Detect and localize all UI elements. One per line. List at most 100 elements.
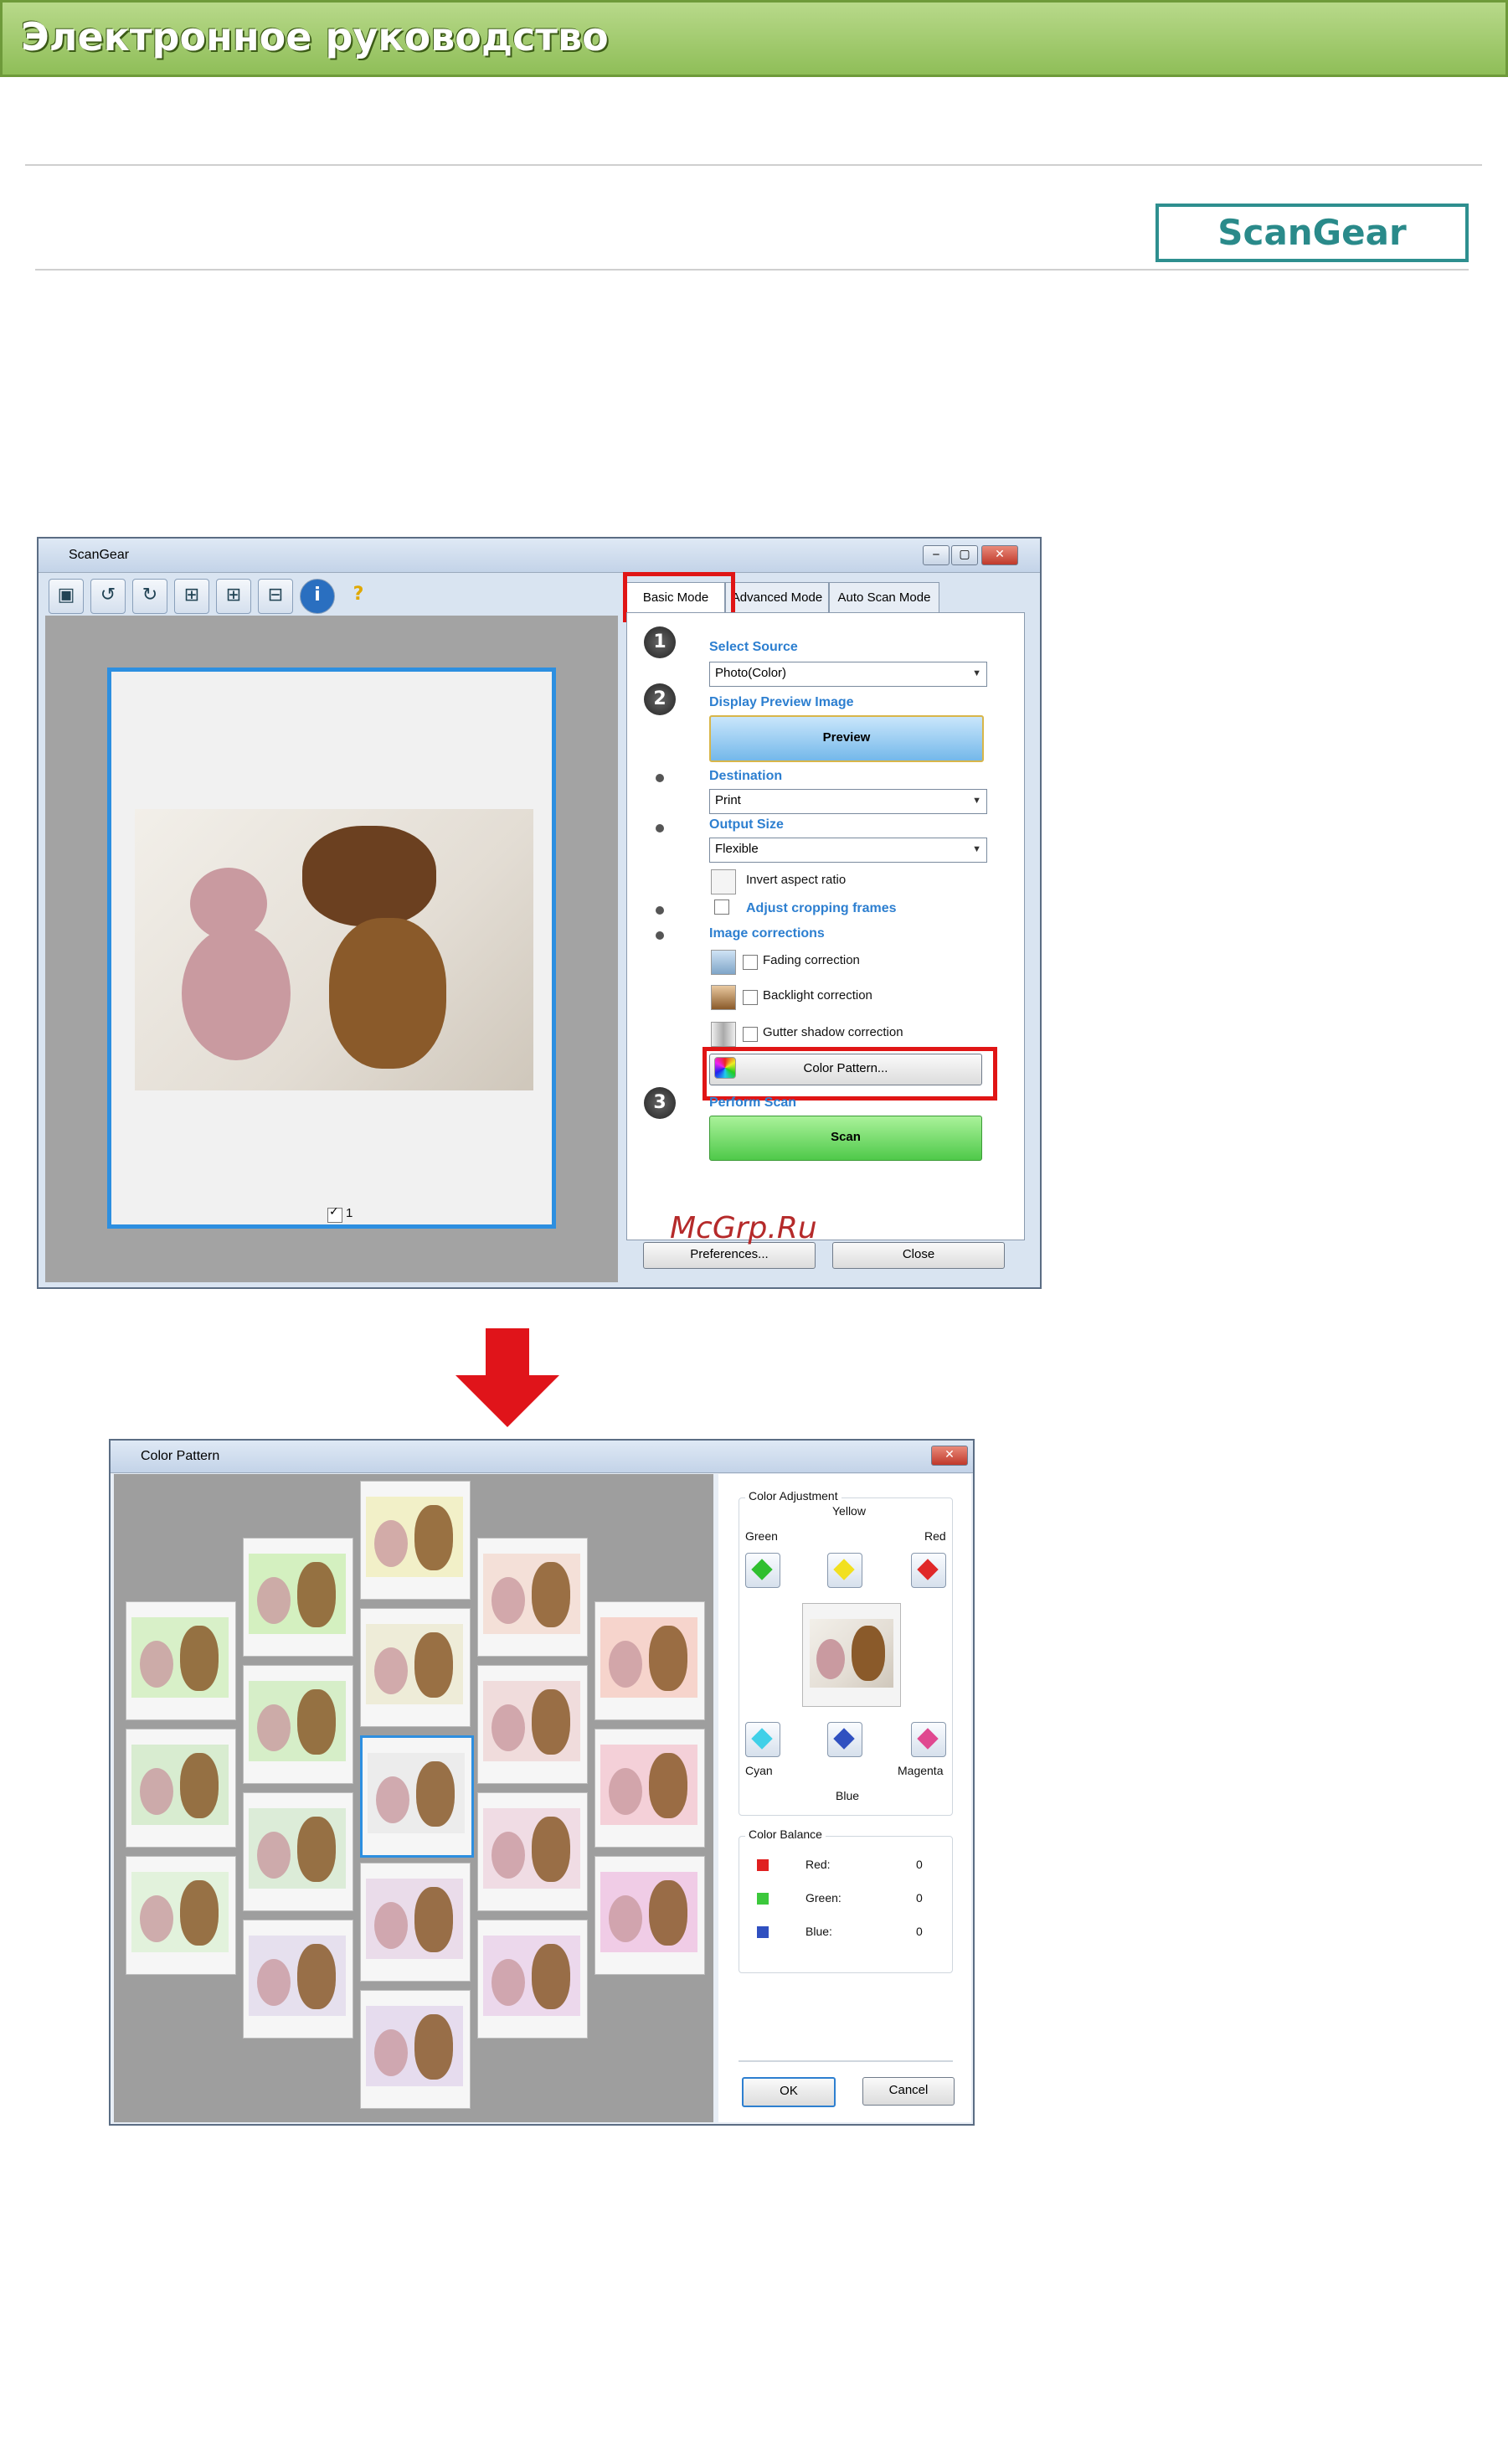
pattern-thumbnail[interactable]	[243, 1792, 353, 1911]
cancel-button[interactable]: Cancel	[862, 2077, 955, 2106]
pattern-thumbnail-photo	[131, 1745, 229, 1825]
auto-crop-icon[interactable]: ▣	[49, 579, 84, 614]
pattern-thumbnail[interactable]	[477, 1665, 588, 1784]
pattern-thumbnail-photo	[249, 1936, 346, 2016]
teddy-bear-body	[182, 926, 291, 1060]
frame-checkbox[interactable]: ✓	[327, 1205, 342, 1223]
pattern-thumbnail[interactable]	[594, 1856, 705, 1975]
gutter-shadow-label: Gutter shadow correction	[763, 1025, 903, 1039]
minimize-button[interactable]: ‒	[923, 545, 950, 565]
close-button[interactable]: Close	[832, 1242, 1005, 1269]
color-pattern-close-icon[interactable]: ✕	[931, 1446, 968, 1466]
divider-bottom	[35, 269, 1469, 271]
thumbnail-view-icon[interactable]: ⊞	[174, 579, 209, 614]
adjust-cropping-checkbox[interactable]	[714, 900, 729, 915]
red-label: Red	[924, 1529, 946, 1543]
pattern-thumbnail[interactable]	[477, 1538, 588, 1657]
image-corrections-label: Image corrections	[709, 926, 825, 941]
backlight-correction-checkbox[interactable]	[743, 990, 758, 1005]
preferences-button[interactable]: Preferences...	[643, 1242, 816, 1269]
pattern-thumbnail[interactable]	[126, 1729, 236, 1848]
pattern-thumbnail-photo	[600, 1617, 697, 1698]
green-arrow-icon[interactable]	[745, 1553, 780, 1588]
pattern-thumbnail[interactable]	[126, 1601, 236, 1720]
scan-button[interactable]: Scan	[709, 1116, 982, 1161]
pattern-thumbnail[interactable]	[594, 1601, 705, 1720]
current-pattern-thumb	[802, 1603, 901, 1707]
balance-blue-label: Blue:	[805, 1925, 832, 1938]
pattern-thumbnail-photo	[483, 1681, 580, 1761]
pattern-thumbnail[interactable]	[477, 1920, 588, 2039]
pattern-thumbnail-photo	[249, 1554, 346, 1634]
color-adjustment-label: Color Adjustment	[745, 1489, 841, 1503]
pattern-thumbnail[interactable]	[243, 1538, 353, 1657]
pattern-thumbnail-photo	[366, 1879, 463, 1959]
pattern-thumbnail[interactable]	[594, 1729, 705, 1848]
output-size-value: Flexible	[715, 842, 759, 856]
destination-value: Print	[715, 793, 741, 807]
image-corrections-dot	[656, 931, 664, 940]
pattern-thumbnail-photo	[366, 2006, 463, 2086]
header-banner: Электронное руководство	[0, 0, 1508, 77]
preview-button[interactable]: Preview	[709, 715, 984, 762]
gutter-shadow-checkbox[interactable]	[743, 1027, 758, 1042]
pattern-thumbnail[interactable]	[477, 1792, 588, 1911]
balance-blue-value: 0	[916, 1925, 923, 1938]
color-pattern-window: Color Pattern ✕ Color Adjustment Yellow …	[109, 1439, 975, 2126]
tab-advanced-mode[interactable]: Advanced Mode	[725, 582, 829, 613]
step-1-icon: 1	[644, 626, 676, 658]
pattern-thumbnail-photo	[249, 1681, 346, 1761]
pattern-thumbnail[interactable]	[243, 1665, 353, 1784]
help-icon[interactable]: ?	[342, 579, 375, 612]
pattern-thumbnail[interactable]	[360, 1990, 471, 2109]
pattern-thumbnail[interactable]	[360, 1608, 471, 1727]
balance-green-label: Green:	[805, 1891, 841, 1905]
red-arrow-icon[interactable]	[911, 1553, 946, 1588]
dog-head	[302, 826, 436, 926]
preview-frame[interactable]: ✓ 1	[107, 668, 556, 1229]
step-3-icon: 3	[644, 1087, 676, 1119]
pattern-thumbnail-photo	[366, 1497, 463, 1577]
preview-photo	[135, 809, 533, 1090]
pattern-thumbnail[interactable]	[360, 1735, 474, 1858]
whole-image-icon[interactable]: ⊞	[216, 579, 251, 614]
destination-label: Destination	[709, 769, 783, 783]
magenta-arrow-icon[interactable]	[911, 1722, 946, 1757]
banner-title: Электронное руководство	[21, 14, 609, 59]
pattern-thumbnail[interactable]	[360, 1863, 471, 1982]
pattern-thumbnail[interactable]	[126, 1856, 236, 1975]
backlight-correction-icon	[711, 985, 736, 1010]
button-divider	[739, 2060, 953, 2062]
tab-auto-scan-mode[interactable]: Auto Scan Mode	[829, 582, 939, 613]
ok-button[interactable]: OK	[742, 2077, 836, 2107]
rotate-right-icon[interactable]: ↻	[132, 579, 167, 614]
fading-correction-checkbox[interactable]	[743, 955, 758, 970]
destination-dropdown[interactable]: Print	[709, 789, 987, 814]
clear-crop-icon[interactable]: ⊟	[258, 579, 293, 614]
balance-green-value: 0	[916, 1891, 923, 1905]
pattern-thumbnail-photo	[483, 1554, 580, 1634]
pattern-thumbnail[interactable]	[360, 1481, 471, 1600]
close-window-button[interactable]: ✕	[981, 545, 1018, 565]
divider-top	[25, 164, 1482, 166]
perform-scan-label: Perform Scan	[709, 1095, 797, 1110]
invert-aspect-icon[interactable]	[711, 869, 736, 894]
cyan-arrow-icon[interactable]	[745, 1722, 780, 1757]
yellow-arrow-icon[interactable]	[827, 1553, 862, 1588]
pattern-thumbnail-photo	[483, 1808, 580, 1889]
pattern-thumbnail-photo	[600, 1745, 697, 1825]
output-size-dropdown[interactable]: Flexible	[709, 838, 987, 863]
info-icon[interactable]: i	[300, 579, 335, 614]
pattern-thumbnail[interactable]	[243, 1920, 353, 2039]
adjust-cropping-label[interactable]: Adjust cropping frames	[746, 901, 897, 916]
maximize-button[interactable]: ▢	[951, 545, 978, 565]
select-source-dropdown[interactable]: Photo(Color)	[709, 662, 987, 687]
blue-arrow-icon[interactable]	[827, 1722, 862, 1757]
color-pattern-titlebar: Color Pattern	[111, 1441, 973, 1473]
dog-body	[329, 918, 446, 1069]
current-pattern-photo	[810, 1619, 893, 1688]
balance-red-value: 0	[916, 1858, 923, 1871]
rotate-left-icon[interactable]: ↺	[90, 579, 126, 614]
frame-number: 1	[346, 1206, 353, 1220]
backlight-correction-label: Backlight correction	[763, 988, 872, 1003]
